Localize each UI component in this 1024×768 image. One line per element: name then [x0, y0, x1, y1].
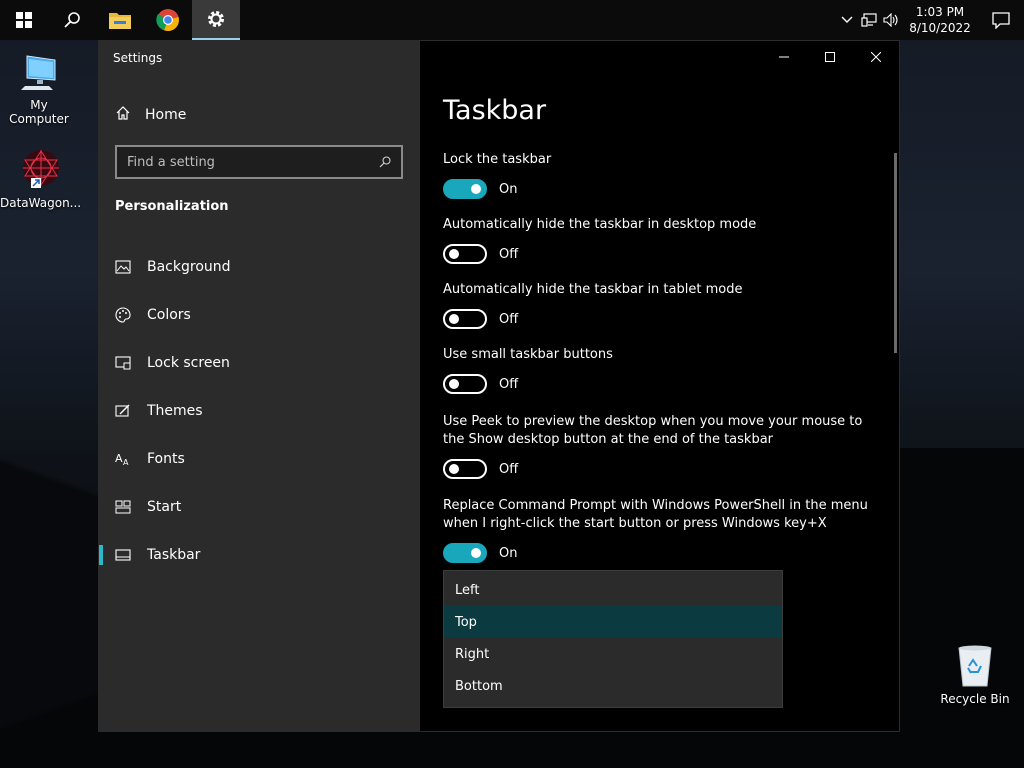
toggle-lock-taskbar[interactable]: On	[443, 179, 517, 199]
sidebar-item-label: Taskbar	[147, 547, 201, 563]
sidebar-item-label: Colors	[147, 307, 191, 323]
start-button[interactable]	[0, 0, 48, 40]
taskbar-location-dropdown: Left Top Right Bottom	[443, 570, 783, 708]
datawagon-icon	[17, 148, 61, 192]
desktop-icon-datawagon[interactable]: DataWagon...	[0, 148, 82, 210]
toggle-powershell[interactable]: On	[443, 543, 517, 563]
section-title: Personalization	[115, 199, 229, 214]
setting-label: Replace Command Prompt with Windows Powe…	[443, 498, 868, 531]
speaker-icon	[883, 13, 898, 27]
dropdown-option-right[interactable]: Right	[444, 638, 782, 670]
lock-screen-icon	[115, 356, 147, 370]
svg-text:A: A	[115, 452, 123, 465]
settings-window: Settings Home Personalization Backg	[98, 40, 900, 732]
settings-taskbar-button[interactable]	[192, 0, 240, 40]
desktop-icon-label: DataWagon...	[0, 196, 82, 210]
setting-label: Automatically hide the taskbar in deskto…	[443, 217, 757, 232]
settings-search-input[interactable]	[127, 154, 379, 170]
toggle-state: Off	[499, 246, 519, 262]
toggle-state: Off	[499, 376, 519, 392]
fonts-icon: AA	[115, 452, 147, 466]
sidebar-item-lock-screen[interactable]: Lock screen	[99, 339, 420, 387]
chrome-button[interactable]	[144, 0, 192, 40]
sidebar-item-background[interactable]: Background	[99, 243, 420, 291]
sidebar-item-label: Lock screen	[147, 355, 230, 371]
system-tray: 1:03 PM 8/10/2022	[836, 0, 1024, 40]
dropdown-option-left[interactable]: Left	[444, 574, 782, 606]
search-icon	[64, 12, 80, 28]
personalization-nav: Background Colors Lock screen Themes A A…	[99, 243, 420, 579]
toggle-autohide-desktop[interactable]: Off	[443, 244, 518, 264]
themes-icon	[115, 404, 147, 418]
taskbar-icon	[115, 549, 147, 561]
home-nav-item[interactable]: Home	[115, 105, 186, 125]
windows-icon	[16, 12, 32, 28]
toggle-state: On	[499, 181, 518, 197]
toggle-switch[interactable]	[443, 179, 487, 199]
sidebar-item-label: Themes	[147, 403, 203, 419]
content-scrollbar[interactable]	[894, 153, 897, 353]
show-hidden-icons-button[interactable]	[836, 0, 858, 40]
action-center-button[interactable]	[978, 0, 1024, 40]
gear-icon	[208, 11, 224, 27]
taskbar: 1:03 PM 8/10/2022	[0, 0, 1024, 40]
file-explorer-button[interactable]	[96, 0, 144, 40]
toggle-state: Off	[499, 461, 519, 477]
clock[interactable]: 1:03 PM 8/10/2022	[902, 4, 978, 36]
chrome-icon	[156, 9, 179, 32]
toggle-switch[interactable]	[443, 309, 487, 329]
image-icon	[115, 260, 147, 274]
home-label: Home	[145, 107, 187, 123]
dropdown-option-bottom[interactable]: Bottom	[444, 670, 782, 702]
toggle-switch[interactable]	[443, 244, 487, 264]
toggle-small-buttons[interactable]: Off	[443, 374, 518, 394]
clock-date: 8/10/2022	[909, 21, 971, 35]
toggle-autohide-tablet[interactable]: Off	[443, 309, 518, 329]
dropdown-option-top[interactable]: Top	[444, 606, 782, 638]
setting-label: Lock the taskbar	[443, 152, 552, 167]
network-icon	[861, 13, 877, 27]
desktop-icon-my-computer[interactable]: My Computer	[0, 50, 78, 126]
palette-icon	[115, 307, 147, 323]
chevron-up-icon	[841, 16, 853, 23]
toggle-state: On	[499, 545, 518, 561]
setting-label: Automatically hide the taskbar in tablet…	[443, 282, 743, 297]
sidebar-item-label: Fonts	[147, 451, 185, 467]
folder-icon	[109, 13, 131, 29]
computer-icon	[17, 50, 61, 94]
sidebar-item-taskbar[interactable]: Taskbar	[99, 531, 420, 579]
notification-icon	[992, 12, 1010, 29]
window-title: Settings	[113, 51, 163, 65]
clock-time: 1:03 PM	[915, 5, 965, 19]
start-icon	[115, 500, 147, 514]
volume-button[interactable]	[880, 0, 902, 40]
settings-search-box[interactable]	[115, 145, 403, 179]
sidebar-item-fonts[interactable]: AA Fonts	[99, 435, 420, 483]
toggle-switch[interactable]	[443, 459, 487, 479]
toggle-peek[interactable]: Off	[443, 459, 518, 479]
desktop-icon-label: My Computer	[9, 98, 69, 126]
sidebar-item-label: Start	[147, 499, 182, 515]
search-button[interactable]	[48, 0, 96, 40]
settings-sidebar: Settings Home Personalization Backg	[99, 41, 420, 731]
sidebar-item-label: Background	[147, 259, 231, 275]
toggle-state: Off	[499, 311, 519, 327]
sidebar-item-themes[interactable]: Themes	[99, 387, 420, 435]
search-icon	[379, 156, 391, 168]
svg-text:A: A	[123, 458, 129, 466]
sidebar-item-colors[interactable]: Colors	[99, 291, 420, 339]
network-button[interactable]	[858, 0, 880, 40]
sidebar-item-start[interactable]: Start	[99, 483, 420, 531]
setting-label: Use Peek to preview the desktop when you…	[443, 414, 863, 447]
setting-label: Use small taskbar buttons	[443, 347, 613, 362]
toggle-switch[interactable]	[443, 374, 487, 394]
desktop-icon-recycle-bin[interactable]: Recycle Bin	[936, 644, 1014, 706]
home-icon	[115, 105, 145, 125]
recycle-bin-icon	[953, 644, 997, 688]
desktop-icon-label: Recycle Bin	[940, 692, 1010, 706]
page-title: Taskbar	[443, 95, 547, 126]
toggle-switch[interactable]	[443, 543, 487, 563]
